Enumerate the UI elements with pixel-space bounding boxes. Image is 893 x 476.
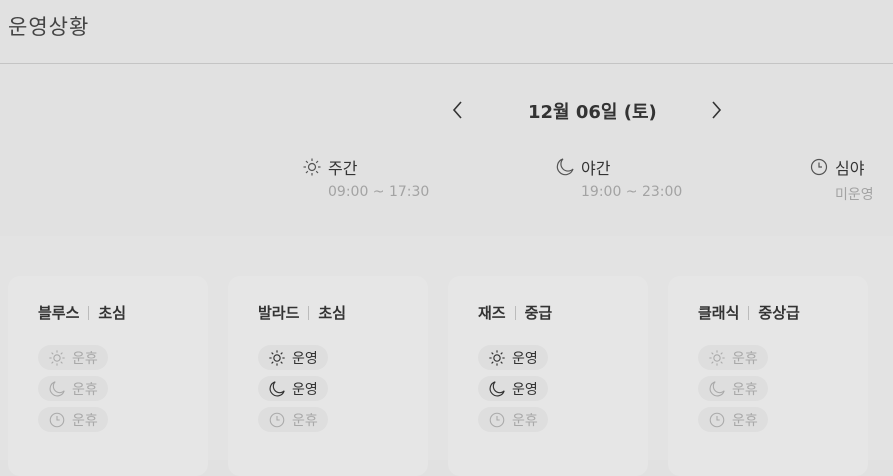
status-row-night: 운휴: [38, 376, 108, 401]
status-row-day: 운영: [258, 345, 328, 370]
room-card-ballad[interactable]: 발라드 초심 운영 운영 운휴: [228, 276, 428, 476]
card-genre: 재즈: [478, 304, 506, 322]
sun-icon: [302, 157, 322, 177]
shift-name: 심야: [835, 159, 865, 178]
status-row-day: 운휴: [698, 345, 768, 370]
moon-icon: [268, 380, 286, 398]
chevron-right-icon[interactable]: [704, 98, 728, 122]
current-date: 12월 06일 (토): [528, 102, 657, 123]
shift-late-night: 심야 미운영: [809, 156, 874, 206]
date-navigator: 12월 06일 (토): [440, 92, 740, 128]
shift-time: 미운영: [835, 187, 874, 203]
card-level: 중상급: [758, 304, 800, 322]
card-genre: 발라드: [258, 304, 300, 322]
card-title: 블루스 초심: [38, 302, 126, 323]
sun-icon: [48, 349, 66, 367]
status-label: 운휴: [512, 412, 538, 429]
room-cards: 블루스 초심 운휴 운휴 운휴 발라드 초심 운영 운영 운휴 재즈 중급 운영…: [0, 236, 893, 476]
room-card-jazz[interactable]: 재즈 중급 운영 운영 운휴: [448, 276, 648, 476]
room-card-classical[interactable]: 클래식 중상급 운휴 운휴 운휴: [668, 276, 868, 476]
clock-icon: [488, 411, 506, 429]
sun-icon: [268, 349, 286, 367]
status-label: 운휴: [732, 350, 758, 367]
card-level: 중급: [524, 304, 553, 322]
divider: [748, 305, 750, 320]
divider: [88, 305, 90, 320]
shift-time: 19:00 ~ 23:00: [581, 184, 683, 200]
moon-icon: [555, 157, 575, 177]
status-row-night: 운휴: [698, 376, 768, 401]
status-row-late: 운휴: [258, 407, 328, 432]
card-title: 클래식 중상급: [698, 302, 800, 323]
moon-icon: [48, 380, 66, 398]
clock-icon: [48, 411, 66, 429]
card-level: 초심: [318, 304, 347, 322]
page-header: 운영상황: [0, 0, 893, 64]
shift-name: 야간: [581, 159, 611, 178]
status-row-late: 운휴: [38, 407, 108, 432]
clock-icon: [268, 411, 286, 429]
status-row-day: 운영: [478, 345, 548, 370]
card-level: 초심: [98, 304, 127, 322]
status-label: 운휴: [292, 412, 318, 429]
shift-night: 야간 19:00 ~ 23:00: [555, 156, 682, 206]
page-title: 운영상황: [8, 15, 90, 39]
status-label: 운휴: [732, 412, 758, 429]
shift-time: 09:00 ~ 17:30: [328, 184, 430, 200]
status-label: 운영: [292, 381, 318, 398]
status-row-night: 운영: [258, 376, 328, 401]
card-genre: 블루스: [38, 304, 80, 322]
card-title: 재즈 중급: [478, 302, 552, 323]
status-label: 운영: [512, 381, 538, 398]
sun-icon: [488, 349, 506, 367]
card-genre: 클래식: [698, 304, 740, 322]
status-label: 운휴: [72, 381, 98, 398]
status-row-late: 운휴: [698, 407, 768, 432]
room-card-blues[interactable]: 블루스 초심 운휴 운휴 운휴: [8, 276, 208, 476]
status-label: 운영: [512, 350, 538, 367]
status-label: 운영: [292, 350, 318, 367]
shift-day: 주간 09:00 ~ 17:30: [302, 156, 429, 206]
status-label: 운휴: [72, 412, 98, 429]
sun-icon: [708, 349, 726, 367]
status-row-late: 운휴: [478, 407, 548, 432]
shift-name: 주간: [328, 159, 358, 178]
chevron-left-icon[interactable]: [446, 98, 470, 122]
divider: [514, 305, 516, 320]
clock-icon: [809, 157, 829, 177]
status-label: 운휴: [72, 350, 98, 367]
moon-icon: [708, 380, 726, 398]
status-row-day: 운휴: [38, 345, 108, 370]
status-row-night: 운영: [478, 376, 548, 401]
divider: [308, 305, 310, 320]
moon-icon: [488, 380, 506, 398]
status-label: 운휴: [732, 381, 758, 398]
clock-icon: [708, 411, 726, 429]
card-title: 발라드 초심: [258, 302, 346, 323]
